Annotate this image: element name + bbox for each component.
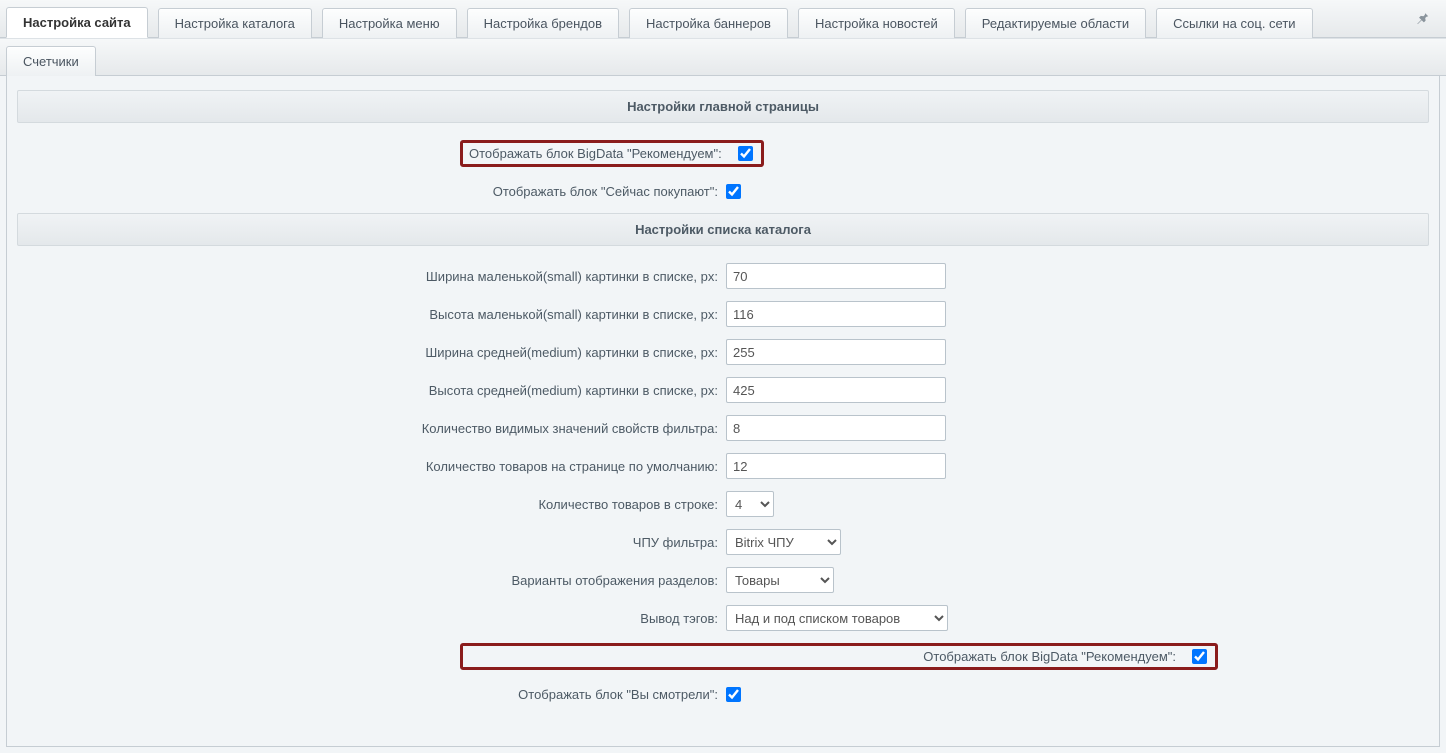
row-tags-output: Вывод тэгов: Над и под списком товаров [11, 602, 1435, 634]
tab-editable-areas[interactable]: Редактируемые области [965, 8, 1146, 38]
tab-social-links[interactable]: Ссылки на соц. сети [1156, 8, 1312, 38]
row-filter-visible: Количество видимых значений свойств филь… [11, 412, 1435, 444]
row-sections-view: Варианты отображения разделов: Товары [11, 564, 1435, 596]
input-medium-width[interactable] [726, 339, 946, 365]
label-per-row: Количество товаров в строке: [11, 497, 726, 512]
input-small-height[interactable] [726, 301, 946, 327]
label-filter-visible: Количество видимых значений свойств филь… [11, 421, 726, 436]
second-tabbar: Счетчики [0, 38, 1446, 76]
label-tags-output: Вывод тэгов: [11, 611, 726, 626]
row-small-height: Высота маленькой(small) картинки в списк… [11, 298, 1435, 330]
tab-brand-settings[interactable]: Настройка брендов [467, 8, 619, 38]
select-per-row[interactable]: 4 [726, 491, 774, 517]
row-bigdata-recommend-catalog: Отображать блок BigData "Рекомендуем": [11, 640, 1435, 672]
row-per-page: Количество товаров на странице по умолча… [11, 450, 1435, 482]
label-sef: ЧПУ фильтра: [11, 535, 726, 550]
input-filter-visible[interactable] [726, 415, 946, 441]
highlight-bigdata-catalog: Отображать блок BigData "Рекомендуем": [460, 643, 1218, 670]
row-viewed: Отображать блок "Вы смотрели": [11, 678, 1435, 710]
label-viewed: Отображать блок "Вы смотрели": [11, 687, 726, 702]
label-medium-height: Высота средней(medium) картинки в списке… [11, 383, 726, 398]
input-per-page[interactable] [726, 453, 946, 479]
section-header-main-page: Настройки главной страницы [17, 90, 1429, 123]
label-medium-width: Ширина средней(medium) картинки в списке… [11, 345, 726, 360]
row-bigdata-recommend-main: Отображать блок BigData "Рекомендуем": [11, 137, 1435, 169]
select-sections-view[interactable]: Товары [726, 567, 834, 593]
pin-button[interactable] [1406, 7, 1440, 36]
label-sections-view: Варианты отображения разделов: [11, 573, 726, 588]
checkbox-bigdata-recommend-catalog[interactable] [1192, 649, 1207, 664]
select-tags-output[interactable]: Над и под списком товаров [726, 605, 948, 631]
row-small-width: Ширина маленькой(small) картинки в списк… [11, 260, 1435, 292]
row-sef: ЧПУ фильтра: Bitrix ЧПУ [11, 526, 1435, 558]
row-medium-width: Ширина средней(medium) картинки в списке… [11, 336, 1435, 368]
tab-catalog-settings[interactable]: Настройка каталога [158, 8, 312, 38]
tab-news-settings[interactable]: Настройка новостей [798, 8, 955, 38]
top-tabbar: Настройка сайта Настройка каталога Настр… [0, 0, 1446, 38]
checkbox-bigdata-recommend-main[interactable] [738, 146, 753, 161]
checkbox-now-buying[interactable] [726, 184, 741, 199]
tab-banner-settings[interactable]: Настройка баннеров [629, 8, 788, 38]
input-small-width[interactable] [726, 263, 946, 289]
highlight-bigdata-main: Отображать блок BigData "Рекомендуем": [460, 140, 764, 167]
select-sef[interactable]: Bitrix ЧПУ [726, 529, 841, 555]
tab-site-settings[interactable]: Настройка сайта [6, 7, 148, 38]
tab-counters[interactable]: Счетчики [6, 46, 96, 76]
row-per-row: Количество товаров в строке: 4 [11, 488, 1435, 520]
section-header-catalog-list: Настройки списка каталога [17, 213, 1429, 246]
input-medium-height[interactable] [726, 377, 946, 403]
label-per-page: Количество товаров на странице по умолча… [11, 459, 726, 474]
label-bigdata-recommend-main: Отображать блок BigData "Рекомендуем": [469, 146, 730, 161]
row-now-buying: Отображать блок "Сейчас покупают": [11, 175, 1435, 207]
row-medium-height: Высота средней(medium) картинки в списке… [11, 374, 1435, 406]
tab-menu-settings[interactable]: Настройка меню [322, 8, 457, 38]
label-small-width: Ширина маленькой(small) картинки в списк… [11, 269, 726, 284]
settings-panel: Настройки главной страницы Отображать бл… [6, 76, 1440, 747]
label-now-buying: Отображать блок "Сейчас покупают": [11, 184, 726, 199]
checkbox-viewed[interactable] [726, 687, 741, 702]
label-bigdata-recommend-catalog: Отображать блок BigData "Рекомендуем": [469, 649, 1184, 664]
pin-icon [1416, 11, 1430, 25]
label-small-height: Высота маленькой(small) картинки в списк… [11, 307, 726, 322]
